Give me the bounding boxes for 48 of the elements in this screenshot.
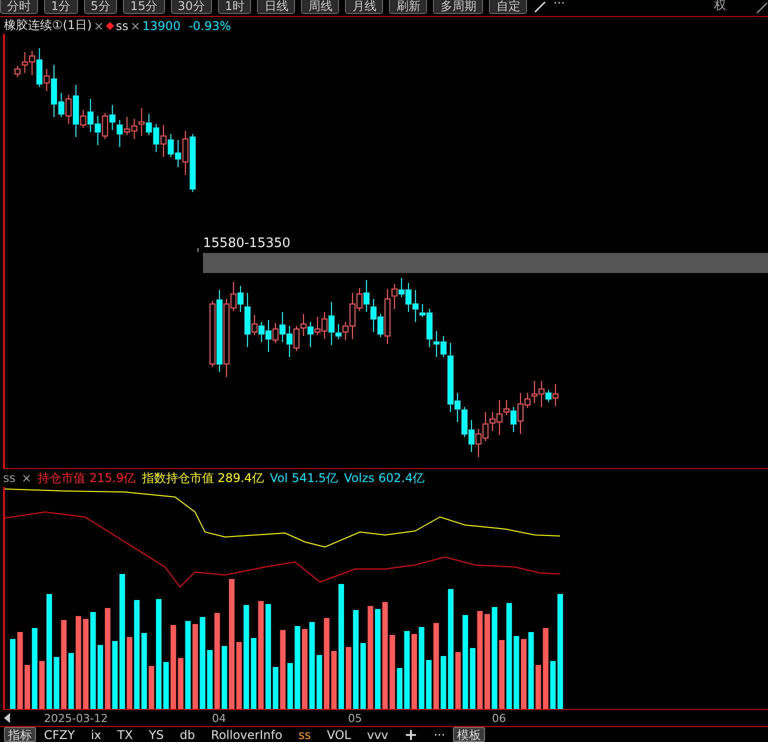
close-mark[interactable]: × [22, 471, 32, 485]
more-button[interactable]: ··· [553, 0, 565, 10]
close-mark[interactable]: × [94, 18, 104, 33]
toolbar-button[interactable]: 多周期 [433, 0, 484, 14]
tab-button[interactable]: 模板 [453, 727, 486, 742]
indicator-value: Volzs 602.4亿 [344, 470, 425, 486]
toolbar-button[interactable]: 周线 [301, 0, 340, 14]
toolbar-button[interactable]: 1时 [218, 0, 252, 14]
toolbar-button[interactable]: 30分 [170, 0, 212, 14]
add-tab-button[interactable]: + [396, 728, 426, 742]
toolbar-button[interactable]: 刷新 [389, 0, 428, 14]
indicator-name: ss [3, 471, 16, 485]
date-label: 04 [212, 712, 226, 725]
indicator-tab[interactable]: CFZY [36, 728, 83, 742]
price-change: -0.93% [188, 18, 232, 33]
indicator-value: 指数持仓市值 289.4亿 [142, 470, 264, 486]
toolbar-button[interactable]: 分时 [0, 0, 38, 14]
tab-button[interactable]: 指标 [4, 727, 36, 742]
price-zone-label: 15580-15350 [203, 236, 290, 252]
rights-button[interactable]: 权 [714, 0, 726, 14]
toolbar-button[interactable]: 日线 [257, 0, 296, 14]
indicator-tab[interactable]: ss [290, 728, 319, 742]
scroll-left-icon[interactable] [4, 712, 10, 723]
more-tabs-button[interactable]: ··· [426, 728, 454, 742]
last-price: 13900 [142, 18, 181, 33]
indicator-value: 持仓市值 215.9亿 [38, 470, 136, 486]
instrument-name: 橡胶连续①(1日) [4, 17, 92, 34]
indicator-value: Vol 541.5亿 [270, 470, 338, 486]
toolbar-button[interactable]: 15分 [123, 0, 165, 14]
pen-icon[interactable] [533, 1, 548, 14]
indicator-tab[interactable]: YS [140, 728, 172, 742]
indicator-tab[interactable]: TX [109, 728, 141, 742]
toolbar-button[interactable]: 月线 [345, 0, 384, 14]
toolbar-button[interactable]: 1分 [44, 0, 78, 14]
series-name: ss [116, 18, 128, 33]
close-mark[interactable]: × [130, 18, 140, 33]
indicator-tab[interactable]: VOL [318, 728, 359, 742]
date-label: 06 [492, 712, 506, 725]
indicator-tab[interactable]: vvv [358, 728, 396, 742]
date-label: 2025-03-12 [44, 712, 108, 725]
date-label: 05 [348, 712, 362, 725]
toolbar-button[interactable]: 自定 [489, 0, 528, 14]
toolbar-button[interactable]: 5分 [84, 0, 118, 14]
indicator-tab[interactable]: RolloverInfo [203, 728, 290, 742]
resize-icon[interactable] [756, 2, 768, 14]
indicator-tab[interactable]: ix [82, 728, 110, 742]
diamond-icon [106, 22, 114, 30]
indicator-tab[interactable]: db [172, 728, 204, 742]
